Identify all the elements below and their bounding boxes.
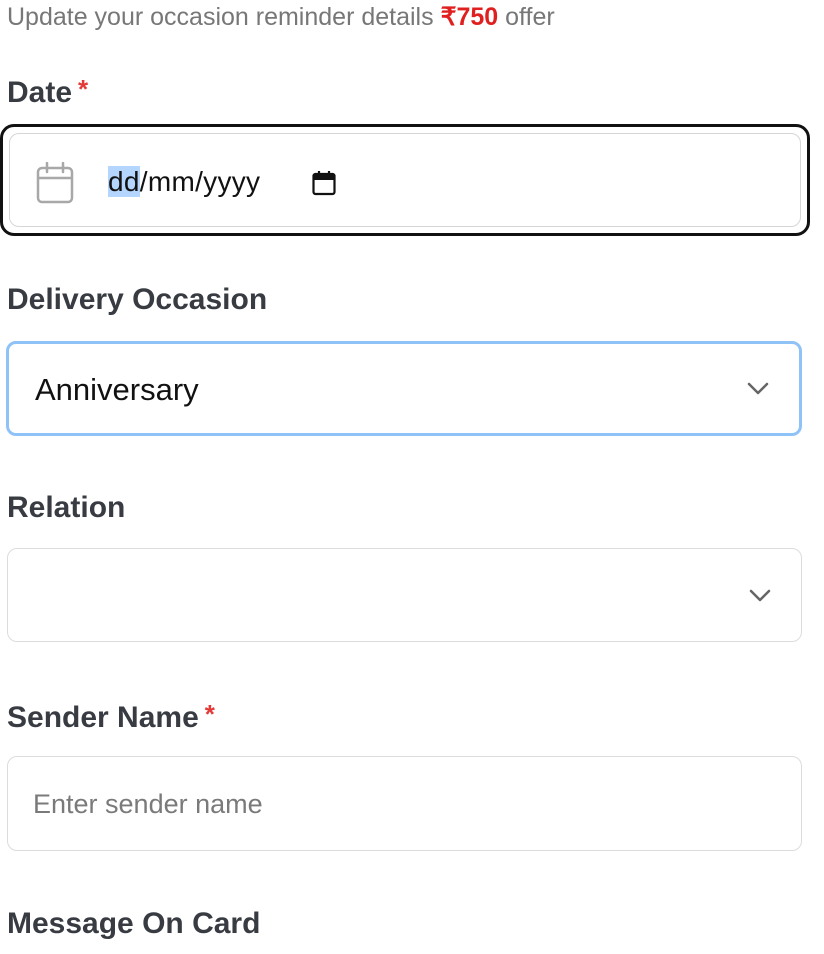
subtitle-text: Update your occasion reminder details <box>7 3 441 31</box>
date-day-segment[interactable]: dd <box>108 166 140 197</box>
offer-amount: ₹750 <box>440 3 499 31</box>
date-label: Date * <box>7 74 88 110</box>
date-input[interactable]: dd/mm/yyyy <box>0 124 810 236</box>
sender-name-label: Sender Name * <box>7 699 215 735</box>
chevron-down-icon <box>749 589 771 603</box>
delivery-occasion-select[interactable]: Anniversary <box>6 341 802 436</box>
required-asterisk: * <box>204 699 215 729</box>
sender-name-field[interactable]: Enter sender name <box>7 756 802 851</box>
page-subtitle: Update your occasion reminder details ₹7… <box>7 2 555 32</box>
delivery-occasion-value: Anniversary <box>35 372 199 407</box>
date-rest-segment[interactable]: /mm/yyyy <box>140 166 261 197</box>
delivery-occasion-label: Delivery Occasion <box>7 283 268 316</box>
sender-name-label-text: Sender Name <box>7 701 199 734</box>
date-input-inner: dd/mm/yyyy <box>9 133 801 227</box>
calendar-outline-icon <box>36 161 76 206</box>
date-value[interactable]: dd/mm/yyyy <box>108 166 260 198</box>
calendar-picker-icon[interactable] <box>312 170 336 196</box>
subtitle-suffix: offer <box>498 3 555 31</box>
relation-select[interactable] <box>7 548 802 642</box>
chevron-down-icon <box>747 382 769 396</box>
date-label-text: Date <box>7 76 73 109</box>
required-asterisk: * <box>78 74 89 104</box>
relation-label: Relation <box>7 491 126 524</box>
message-on-card-label: Message On Card <box>7 907 261 940</box>
sender-name-placeholder: Enter sender name <box>33 789 263 819</box>
